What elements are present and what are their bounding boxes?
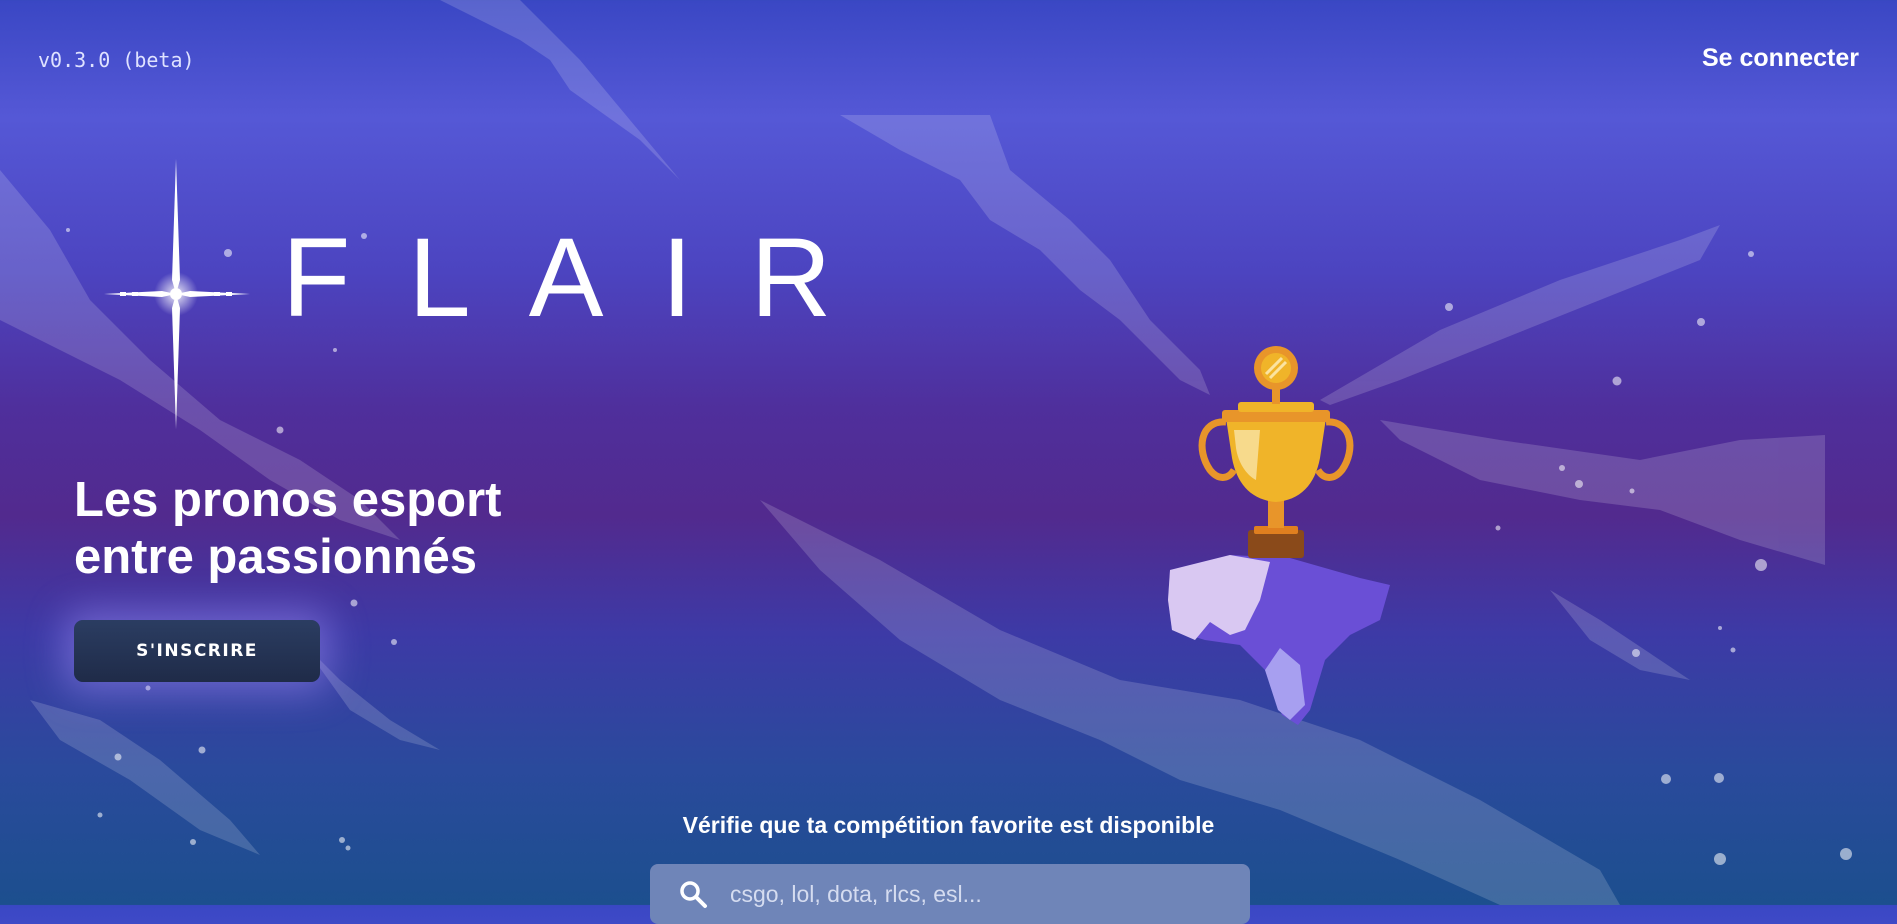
app-version: v0.3.0 (beta) — [38, 48, 195, 72]
tagline-line-2: entre passionnés — [74, 530, 478, 584]
brand-name: FLAIR — [282, 215, 890, 340]
competition-search-box[interactable] — [650, 864, 1250, 924]
search-input[interactable] — [730, 880, 1250, 908]
tagline-line-1: Les pronos esport — [74, 473, 502, 527]
login-link[interactable]: Se connecter — [1702, 44, 1859, 73]
signup-button[interactable]: S'INSCRIRE — [74, 620, 320, 682]
search-title: Vérifie que ta compétition favorite est … — [682, 812, 1215, 838]
background-illustration — [0, 0, 1852, 905]
trophy-illustration — [1168, 346, 1390, 725]
hero-tagline: Les pronos esport entre passionnés — [74, 472, 501, 586]
